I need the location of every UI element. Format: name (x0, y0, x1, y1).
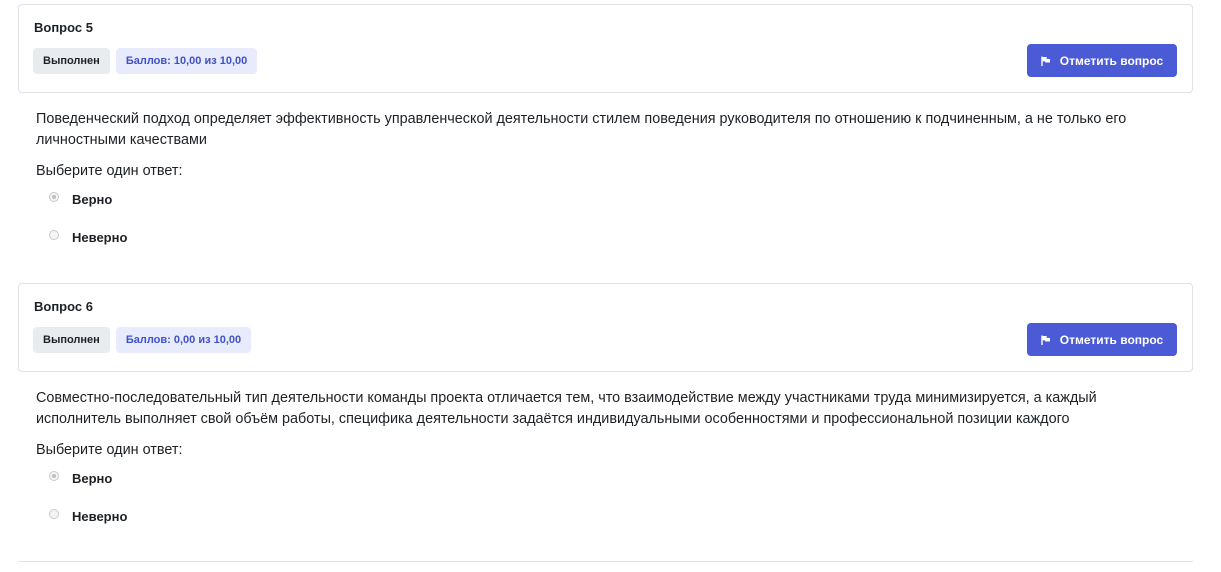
answer-list: Верно Неверно (36, 468, 1193, 526)
question-text: Поведенческий подход определяет эффектив… (36, 111, 1127, 148)
answer-option-false[interactable]: Неверно (49, 506, 1193, 526)
answer-list: Верно Неверно (36, 189, 1193, 247)
flag-question-button[interactable]: Отметить вопрос (1027, 323, 1177, 356)
radio-button[interactable] (49, 230, 59, 240)
grade-badge: Баллов: 0,00 из 10,00 (115, 327, 252, 353)
flag-icon (1041, 335, 1050, 345)
answer-prompt: Выберите один ответ: (36, 442, 183, 458)
question-content: Совместно-последовательный тип деятельно… (18, 372, 1193, 526)
grade-badge: Баллов: 10,00 из 10,00 (115, 48, 258, 74)
answer-label: Верно (72, 470, 113, 486)
answer-option-true[interactable]: Верно (49, 468, 1193, 488)
question-6: Вопрос 6 Выполнен Баллов: 0,00 из 10,00 … (18, 283, 1193, 544)
question-number: Вопрос 6 (34, 299, 93, 314)
question-content: Поведенческий подход определяет эффектив… (18, 93, 1193, 247)
flag-question-label: Отметить вопрос (1059, 53, 1164, 68)
question-info-panel: Вопрос 6 Выполнен Баллов: 0,00 из 10,00 … (18, 283, 1193, 372)
question-badges: Выполнен Баллов: 10,00 из 10,00 (33, 48, 258, 74)
flag-icon (1041, 56, 1050, 66)
flag-question-label: Отметить вопрос (1059, 332, 1164, 347)
question-text: Совместно-последовательный тип деятельно… (36, 390, 1097, 427)
radio-button-checked[interactable] (49, 471, 59, 481)
state-badge: Выполнен (33, 327, 110, 353)
answer-label: Неверно (72, 229, 128, 245)
state-badge: Выполнен (33, 48, 110, 74)
question-5: Вопрос 5 Выполнен Баллов: 10,00 из 10,00… (18, 4, 1193, 265)
answer-label: Неверно (72, 508, 128, 524)
question-number: Вопрос 5 (34, 20, 93, 35)
answer-label: Верно (72, 191, 113, 207)
next-question-edge (18, 561, 1193, 572)
answer-prompt: Выберите один ответ: (36, 163, 183, 179)
answer-option-false[interactable]: Неверно (49, 227, 1193, 247)
question-info-panel: Вопрос 5 Выполнен Баллов: 10,00 из 10,00… (18, 4, 1193, 93)
flag-question-button[interactable]: Отметить вопрос (1027, 44, 1177, 77)
radio-button-checked[interactable] (49, 192, 59, 202)
answer-option-true[interactable]: Верно (49, 189, 1193, 209)
radio-button[interactable] (49, 509, 59, 519)
question-badges: Выполнен Баллов: 0,00 из 10,00 (33, 327, 252, 353)
